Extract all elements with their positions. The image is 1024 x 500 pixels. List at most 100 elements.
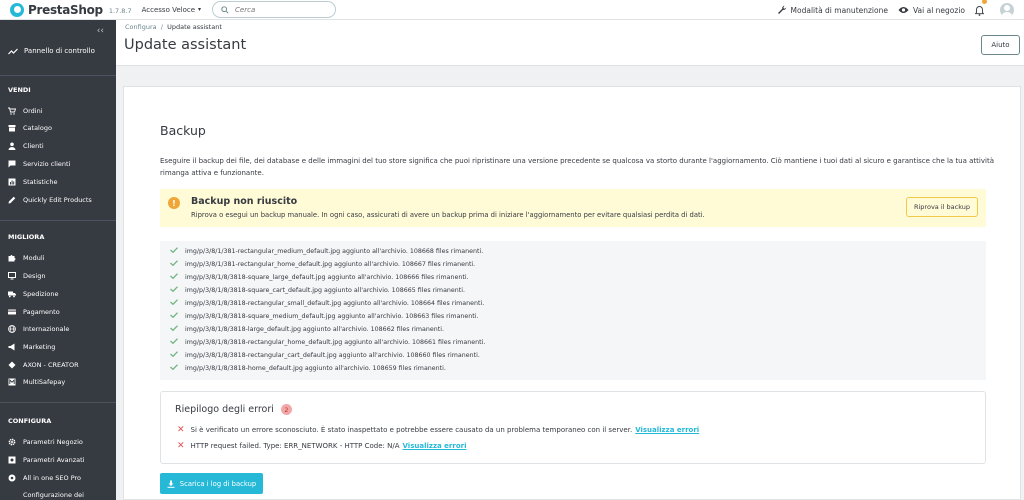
collapse-sidebar-icon[interactable]: ‹‹: [97, 26, 104, 36]
close-icon: ✕: [177, 441, 185, 451]
sidebar-item-label: Pagamento: [23, 308, 60, 316]
view-errors-link[interactable]: Visualizza errori: [635, 426, 699, 434]
sidebar-item-label: Marketing: [23, 343, 56, 351]
sidebar-item-pagamento[interactable]: Pagamento: [8, 308, 60, 316]
backup-log[interactable]: ⁀ ⁀ ⁀ ⁀ ⁀ ⁀ ⁀ ⁀ ⁀ ⁀ ⁀ ⁀ ⁀ ⁀ ⁀ ⁀ ⁀ ⁀ img/…: [160, 241, 986, 380]
sidebar-item-dashboard[interactable]: Pannello di controllo: [8, 47, 95, 55]
download-icon: [167, 480, 175, 488]
sidebar-item-marketing[interactable]: Marketing: [8, 343, 55, 351]
truck-icon: [8, 290, 16, 298]
settings-advanced-icon: [8, 456, 16, 464]
search-input[interactable]: [235, 5, 326, 14]
log-row: img/p/3/8/1/8/3818-square_large_default.…: [170, 273, 469, 281]
caret-down-icon: ▾: [198, 6, 202, 13]
sidebar-item-clienti[interactable]: Clienti: [8, 142, 44, 150]
top-bar: PrestaShop 1.7.8.7 Accesso Veloce ▾ Moda…: [0, 0, 1024, 20]
divider: [0, 402, 116, 403]
view-store-label: Vai al negozio: [912, 5, 965, 15]
prestashop-logo-icon: [10, 2, 24, 17]
section-title-configura: CONFIGURA: [8, 417, 52, 425]
sidebar-item-label: AXON - CREATOR: [23, 361, 79, 369]
sidebar: ‹‹ Pannello di controllo VENDI Ordini Ca…: [0, 20, 116, 500]
check-icon: [170, 338, 180, 346]
log-row: img/p/3/8/1/8/3818-rectangular_small_def…: [170, 299, 484, 307]
log-text: img/p/3/8/1/8/3818-square_medium_default…: [185, 312, 479, 320]
log-text: img/p/3/8/1/8/3818-square_large_default.…: [185, 273, 469, 281]
sidebar-item-quickly-edit-products[interactable]: Quickly Edit Products: [8, 196, 92, 204]
log-row: img/p/3/8/1/381-rectangular_medium_defau…: [170, 247, 483, 255]
error-summary: Riepilogo degli errori 2 ✕ Si è verifica…: [160, 391, 986, 464]
sidebar-item-configurazione[interactable]: Configurazione dei: [8, 491, 84, 499]
log-row: img/p/3/8/1/8/3818-square_medium_default…: [170, 312, 479, 320]
sidebar-item-internazionale[interactable]: Internazionale: [8, 325, 69, 333]
sidebar-item-label: MultiSafepay: [23, 378, 66, 386]
close-icon: ✕: [177, 425, 185, 435]
sidebar-item-label: Configurazione dei: [23, 491, 84, 499]
logo-text: PrestaShop: [28, 2, 103, 17]
sidebar-item-all-in-one-seo-pro[interactable]: All in one SEO Pro: [8, 474, 81, 482]
page-title: Update assistant: [124, 37, 247, 53]
trending-up-icon: [8, 48, 18, 54]
sidebar-item-label: Servizio clienti: [23, 160, 71, 168]
log-row: img/p/3/8/1/8/3818-rectangular_home_defa…: [170, 338, 485, 346]
puzzle-icon: [8, 254, 16, 262]
view-errors-link[interactable]: Visualizza errori: [403, 442, 467, 450]
error-text: HTTP request failed. Type: ERR_NETWORK -…: [190, 442, 400, 450]
sidebar-item-ordini[interactable]: Ordini: [8, 107, 43, 115]
log-text: img/p/3/8/1/381-rectangular_home_default…: [185, 260, 476, 268]
log-row: img/p/3/8/1/8/3818-square_cart_default.j…: [170, 286, 465, 294]
store-icon: [8, 124, 16, 132]
log-text: img/p/3/8/1/8/3818-rectangular_small_def…: [185, 299, 485, 307]
sidebar-item-catalogo[interactable]: Catalogo: [8, 124, 52, 132]
sidebar-item-label: Moduli: [23, 254, 45, 262]
notifications-button[interactable]: [974, 0, 987, 20]
error-count-badge: 2: [280, 404, 292, 415]
view-store-link[interactable]: Vai al negozio: [898, 6, 965, 15]
error-item: ✕ Si è verificato un errore sconosciuto.…: [177, 425, 699, 435]
search-box[interactable]: [212, 1, 337, 18]
log-row: img/p/3/8/1/8/3818-large_default.jpg agg…: [170, 325, 444, 333]
backup-title: Backup: [160, 123, 206, 138]
bell-icon: [974, 5, 985, 16]
sidebar-item-statistiche[interactable]: Statistiche: [8, 178, 57, 186]
maintenance-link[interactable]: Modalità di manutenzione: [777, 5, 888, 15]
warning-icon: !: [168, 197, 180, 209]
sidebar-item-design[interactable]: Design: [8, 272, 45, 280]
globe-icon: [8, 325, 16, 333]
sidebar-item-parametri-negozio[interactable]: Parametri Negozio: [8, 438, 83, 446]
backup-description: Eseguire il backup dei file, dei databas…: [160, 157, 994, 177]
breadcrumb: Configura / Update assistant: [125, 23, 222, 31]
sidebar-item-label: Design: [23, 272, 46, 280]
alert-title: Backup non riuscito: [191, 196, 298, 207]
sidebar-item-servizio-clienti[interactable]: Servizio clienti: [8, 160, 70, 168]
sidebar-item-multisafepay[interactable]: MultiSafepay: [8, 378, 65, 386]
check-icon: [170, 260, 180, 268]
page-header: Configura / Update assistant Update assi…: [116, 20, 1024, 66]
sidebar-item-axon-creator[interactable]: AXON - CREATOR: [8, 361, 79, 369]
sidebar-item-label: Ordini: [23, 107, 43, 115]
sidebar-item-label: Statistiche: [23, 178, 58, 186]
help-button[interactable]: Aiuto: [981, 35, 1020, 55]
divider: [0, 75, 116, 76]
log-partial-line: ⁀ ⁀ ⁀ ⁀ ⁀ ⁀ ⁀ ⁀ ⁀ ⁀ ⁀ ⁀ ⁀ ⁀ ⁀ ⁀ ⁀ ⁀: [196, 241, 321, 244]
search-icon: [221, 5, 229, 14]
cart-icon: [8, 107, 16, 115]
check-icon: [170, 247, 180, 255]
error-summary-title-text: Riepilogo degli errori: [175, 404, 274, 415]
sidebar-item-label: Spedizione: [23, 290, 59, 298]
seo-icon: [8, 474, 16, 482]
avatar[interactable]: [1000, 3, 1014, 17]
retry-backup-button[interactable]: Riprova il backup: [906, 197, 978, 217]
prestashop-logo[interactable]: PrestaShop: [10, 2, 103, 17]
check-icon: [170, 273, 180, 281]
breadcrumb-parent[interactable]: Configura: [125, 23, 157, 31]
megaphone-icon: [8, 343, 16, 351]
sidebar-item-parametri-avanzati[interactable]: Parametri Avanzati: [8, 456, 84, 464]
download-backup-logs-button[interactable]: Scarica i log di backup: [160, 473, 263, 494]
sidebar-item-spedizione[interactable]: Spedizione: [8, 290, 59, 298]
quick-access-dropdown[interactable]: Accesso Veloce ▾: [142, 6, 201, 14]
check-icon: [170, 351, 180, 359]
notification-dot: [982, 0, 987, 4]
sidebar-item-moduli[interactable]: Moduli: [8, 254, 44, 262]
log-row: img/p/3/8/1/381-rectangular_home_default…: [170, 260, 475, 268]
